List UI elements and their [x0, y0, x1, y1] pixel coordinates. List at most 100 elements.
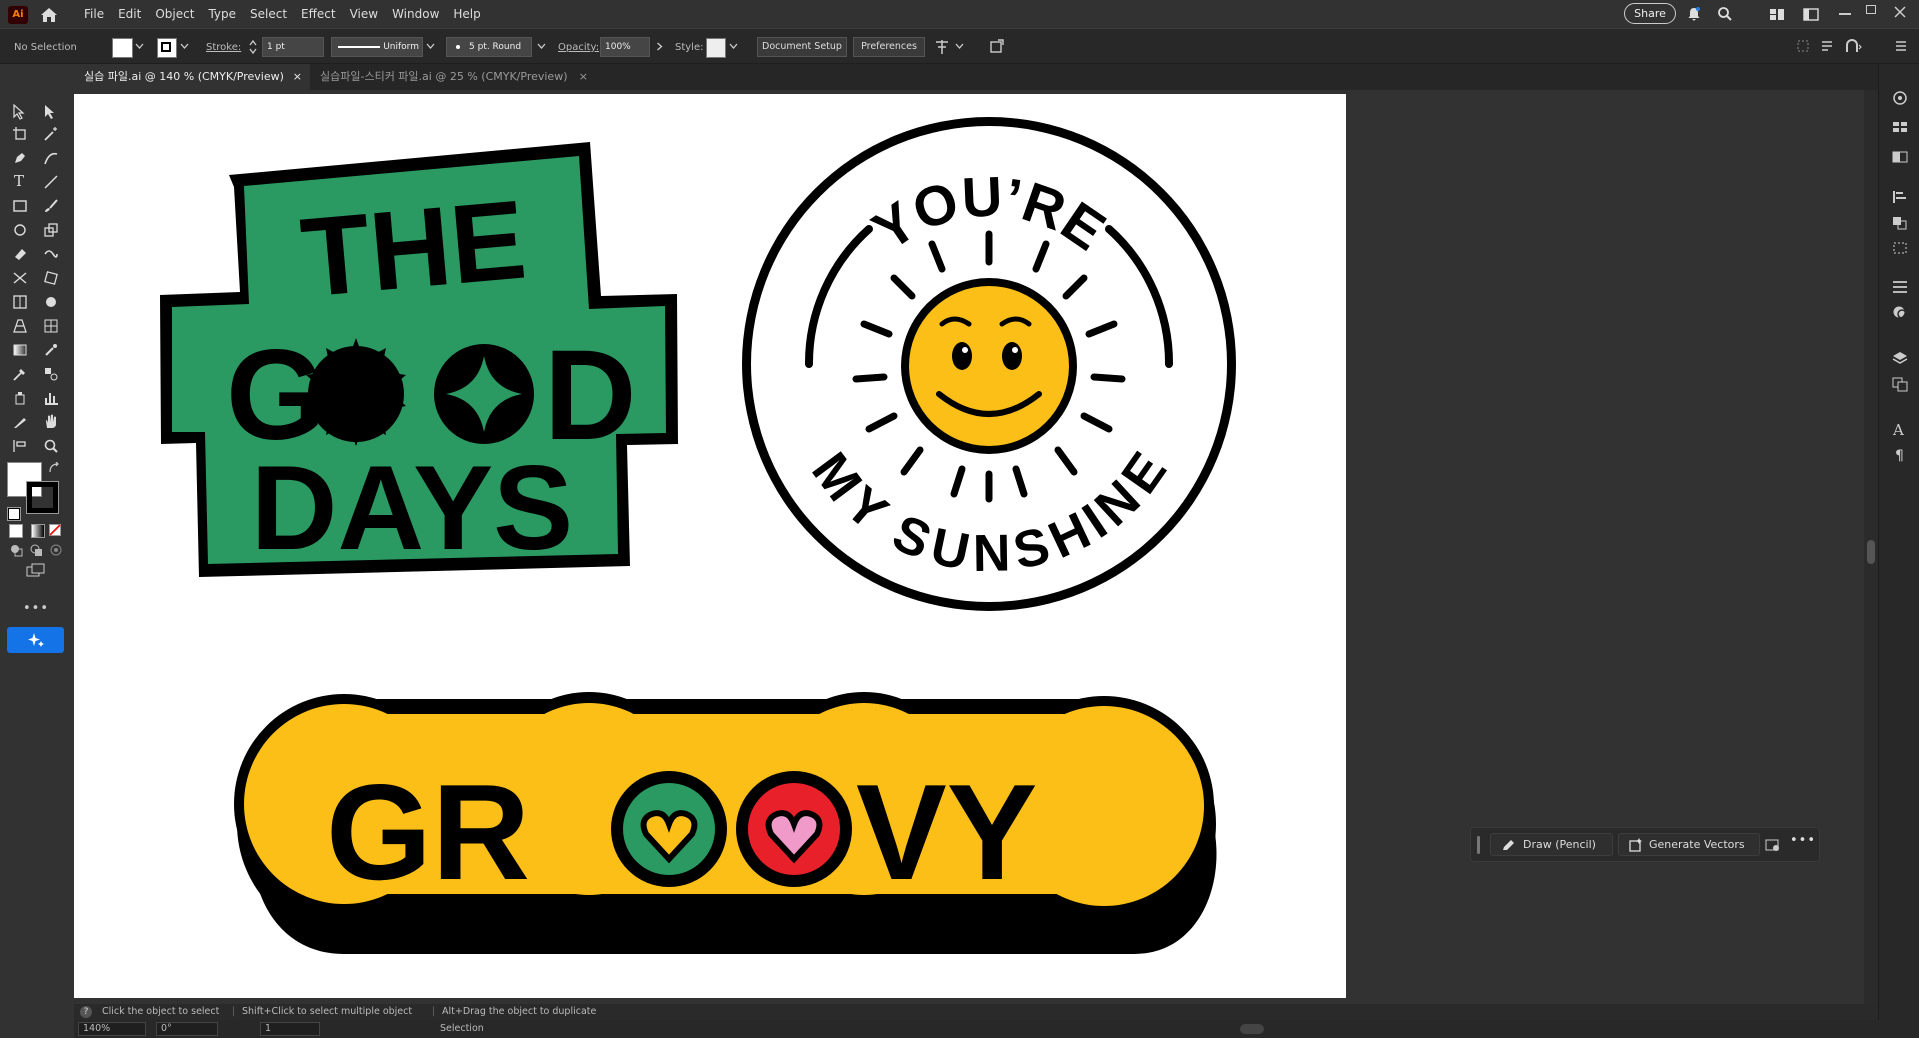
- transform-icon[interactable]: [1796, 39, 1810, 53]
- blend-tool-icon[interactable]: [43, 366, 59, 382]
- draw-normal-icon[interactable]: [9, 543, 23, 557]
- opacity-label[interactable]: Opacity:: [558, 42, 599, 53]
- more-tools-icon[interactable]: •••: [23, 601, 48, 616]
- stepper-icon[interactable]: [248, 38, 258, 56]
- live-paint-icon[interactable]: [43, 294, 59, 310]
- slice-tool-icon[interactable]: [12, 414, 28, 430]
- minimize-icon[interactable]: [1839, 13, 1851, 15]
- stroke-swatch[interactable]: [157, 38, 177, 58]
- gradient-tool-icon[interactable]: [12, 342, 28, 358]
- stroke-weight-input[interactable]: 1 pt: [262, 37, 324, 57]
- menu-view[interactable]: View: [350, 7, 378, 21]
- menu-object[interactable]: Object: [155, 7, 194, 21]
- direct-selection-tool-icon[interactable]: [43, 104, 57, 120]
- menu-type[interactable]: Type: [208, 7, 236, 21]
- chevron-down-icon[interactable]: [729, 43, 738, 49]
- rotation-input[interactable]: 0°: [156, 1022, 218, 1036]
- help-icon[interactable]: ?: [80, 1006, 92, 1018]
- horizontal-scroll-thumb[interactable]: [1240, 1024, 1264, 1034]
- more-options-icon[interactable]: •••: [1790, 833, 1816, 848]
- menu-help[interactable]: Help: [453, 7, 480, 21]
- isolate-icon[interactable]: [989, 38, 1005, 54]
- paragraph-panel-icon[interactable]: ¶: [1895, 448, 1904, 464]
- restore-icon[interactable]: [1866, 5, 1876, 14]
- magic-wand-icon[interactable]: [43, 126, 59, 142]
- chevron-down-icon[interactable]: [180, 43, 189, 49]
- menu-file[interactable]: File: [84, 7, 104, 21]
- shaper-tool-icon[interactable]: [12, 222, 28, 238]
- brush-definition[interactable]: 5 pt. Round: [446, 37, 532, 57]
- zoom-input[interactable]: 140%: [78, 1022, 146, 1036]
- paintbrush-tool-icon[interactable]: [43, 198, 59, 214]
- artboards-panel-icon[interactable]: [1891, 376, 1909, 392]
- tab-sticker-file[interactable]: 실습파일-스티커 파일.ai @ 25 % (CMYK/Preview) ×: [310, 64, 598, 90]
- close-tab-icon[interactable]: ×: [579, 64, 588, 90]
- scale-tool-icon[interactable]: [43, 222, 59, 238]
- draw-pencil-button[interactable]: Draw (Pencil): [1490, 833, 1613, 856]
- pathfinder-panel-icon[interactable]: [1891, 216, 1909, 230]
- perspective-grid-icon[interactable]: [12, 318, 28, 334]
- sticker-sunshine[interactable]: YOU’RE MY SUNSHINE: [742, 117, 1236, 611]
- color-mode-icon[interactable]: [9, 524, 23, 538]
- magnet-icon[interactable]: [1845, 39, 1863, 53]
- default-colors-icon[interactable]: [7, 507, 21, 521]
- shape-builder-icon[interactable]: [12, 294, 28, 310]
- type-tool-icon[interactable]: T: [14, 172, 24, 190]
- stroke-label[interactable]: Stroke:: [206, 42, 241, 53]
- pen-tool-icon[interactable]: [12, 150, 28, 166]
- artboard-tool-icon[interactable]: [12, 126, 28, 142]
- drag-handle[interactable]: [1477, 836, 1480, 854]
- align-icon[interactable]: [934, 39, 950, 55]
- column-graph-icon[interactable]: [43, 390, 59, 406]
- menu-window[interactable]: Window: [392, 7, 439, 21]
- draw-inside-icon[interactable]: [49, 543, 63, 557]
- image-settings-icon[interactable]: [1765, 837, 1781, 853]
- close-window-icon[interactable]: [1894, 6, 1906, 18]
- scrollbar-thumb[interactable]: [1867, 540, 1875, 564]
- none-mode-icon[interactable]: [49, 524, 61, 536]
- fill-swatch[interactable]: [112, 38, 133, 58]
- artboard[interactable]: THE G D DAYS YOU’RE MY SUNSHINE GR VY: [74, 94, 1346, 998]
- swatches-panel-icon[interactable]: [1891, 120, 1909, 134]
- close-tab-icon[interactable]: ×: [293, 64, 302, 90]
- panel-menu-icon[interactable]: [1894, 39, 1908, 53]
- menu-select[interactable]: Select: [250, 7, 287, 21]
- share-button[interactable]: Share: [1624, 3, 1676, 24]
- eyedropper-alt-icon[interactable]: [43, 342, 59, 358]
- stroke-panel-icon[interactable]: [1891, 280, 1909, 294]
- variable-width-profile[interactable]: Uniform: [331, 37, 423, 57]
- sticker-groovy[interactable]: GR VY: [234, 692, 1217, 954]
- align-panel-icon[interactable]: [1891, 190, 1909, 204]
- warp-tool-icon[interactable]: [43, 246, 59, 262]
- sticker-good-days[interactable]: THE G D DAYS: [160, 142, 678, 577]
- mesh-tool-icon[interactable]: [43, 318, 59, 334]
- menu-edit[interactable]: Edit: [118, 7, 141, 21]
- path-align-icon[interactable]: [1820, 39, 1834, 53]
- gradient-panel-icon[interactable]: [1891, 150, 1909, 164]
- eraser-tool-icon[interactable]: [12, 246, 28, 262]
- rectangle-tool-icon[interactable]: [12, 198, 28, 214]
- symbol-sprayer-icon[interactable]: [12, 390, 28, 406]
- preferences-button[interactable]: Preferences: [853, 37, 925, 57]
- home-icon[interactable]: [38, 5, 60, 25]
- document-setup-button[interactable]: Document Setup: [757, 37, 847, 57]
- menu-effect[interactable]: Effect: [301, 7, 336, 21]
- hand-tool-icon[interactable]: [43, 414, 59, 430]
- swap-colors-icon[interactable]: [48, 462, 60, 474]
- draw-behind-icon[interactable]: [29, 543, 43, 557]
- opacity-input[interactable]: 100%: [600, 37, 650, 57]
- color-panel-icon[interactable]: [1891, 90, 1909, 106]
- line-tool-icon[interactable]: [43, 174, 59, 190]
- curvature-tool-icon[interactable]: [43, 150, 59, 166]
- screen-mode-icon[interactable]: [25, 563, 47, 579]
- layers-panel-icon[interactable]: [1891, 350, 1909, 366]
- selection-tool-icon[interactable]: [12, 104, 26, 120]
- gradient-mode-icon[interactable]: [31, 524, 45, 538]
- chevron-down-icon[interactable]: [955, 43, 964, 49]
- eyedropper-tool-icon[interactable]: [12, 366, 28, 382]
- workspace-icon[interactable]: [1769, 8, 1785, 21]
- transform-panel-icon[interactable]: [1891, 240, 1909, 256]
- artboard-number-input[interactable]: 1: [260, 1022, 320, 1036]
- generate-vectors-button[interactable]: Generate Vectors: [1618, 833, 1760, 856]
- stroke-color-box[interactable]: [26, 481, 59, 514]
